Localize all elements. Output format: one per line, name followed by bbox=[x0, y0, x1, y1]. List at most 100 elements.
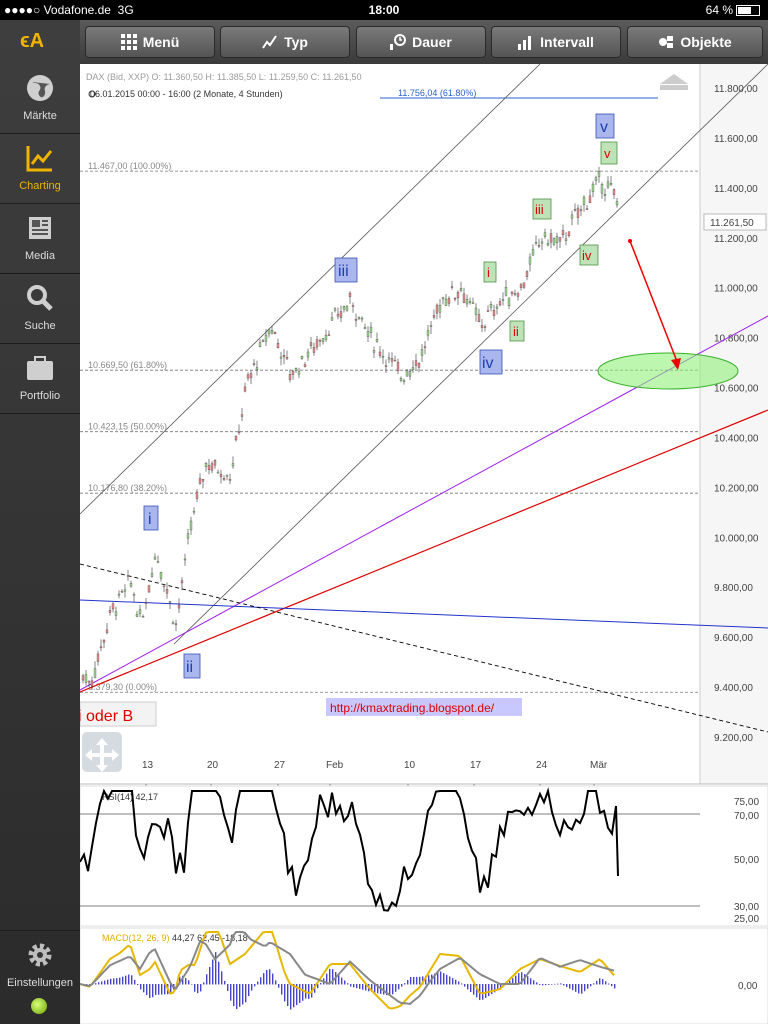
candle-body bbox=[132, 594, 136, 596]
macd-bar bbox=[350, 984, 352, 987]
macd-bar bbox=[233, 984, 235, 1007]
candle-body bbox=[351, 305, 355, 307]
candle-body bbox=[399, 378, 403, 381]
price-tick: 11.600,00 bbox=[714, 134, 758, 145]
candle-body bbox=[195, 491, 199, 499]
sidebar-item-media[interactable]: Media bbox=[0, 204, 80, 274]
sidebar-item-portfolio[interactable]: Portfolio bbox=[0, 344, 80, 414]
macd-bar bbox=[344, 980, 346, 985]
candle-body bbox=[138, 609, 142, 614]
candle-body bbox=[291, 370, 295, 375]
price-tick: 10.200,00 bbox=[714, 483, 759, 494]
sidebar-item-suche[interactable]: Suche bbox=[0, 274, 80, 344]
macd-bar bbox=[125, 975, 127, 985]
status-bar: ●●●●○ Vodafone.de 3G 18:00 64 % bbox=[0, 0, 768, 20]
macd-bar bbox=[605, 981, 607, 985]
candle-body bbox=[546, 243, 550, 246]
candle-body bbox=[417, 363, 421, 368]
menu-button[interactable]: Menü bbox=[85, 26, 215, 58]
candle-body bbox=[300, 356, 304, 359]
candle-body bbox=[456, 291, 460, 299]
macd-bar bbox=[395, 984, 397, 992]
candle-body bbox=[303, 364, 307, 367]
macd-bar bbox=[203, 982, 205, 985]
wave-label-blue-v: v bbox=[595, 113, 615, 139]
macd-bar bbox=[437, 972, 439, 985]
candle-body bbox=[225, 474, 229, 477]
macd-bar bbox=[596, 980, 598, 985]
svg-text:i oder B: i oder B bbox=[80, 708, 133, 725]
macd-bar bbox=[128, 974, 130, 985]
type-button[interactable]: Typ bbox=[220, 26, 350, 58]
interval-button[interactable]: Intervall bbox=[491, 26, 621, 58]
sidebar-item-settings[interactable]: Einstellungen bbox=[0, 930, 80, 1000]
macd-bar bbox=[113, 978, 115, 985]
wave-label-blue-iv: iv bbox=[479, 349, 503, 375]
macd-bar bbox=[212, 959, 214, 985]
candle-body bbox=[255, 367, 259, 370]
candle-body bbox=[453, 298, 457, 300]
macd-bar bbox=[275, 980, 277, 985]
macd-bar bbox=[533, 980, 535, 985]
sidebar-item-maerkte[interactable]: Märkte bbox=[0, 64, 80, 134]
candle-body bbox=[141, 616, 145, 618]
candle-body bbox=[465, 299, 469, 305]
macd-bar bbox=[185, 978, 187, 985]
candle-body bbox=[438, 304, 442, 313]
macd-bar bbox=[263, 973, 265, 985]
candle-body bbox=[558, 237, 562, 242]
macd-bar bbox=[290, 984, 292, 1010]
macd-bar bbox=[191, 984, 193, 985]
macd-bar bbox=[593, 983, 595, 985]
candle-body bbox=[201, 478, 205, 482]
globe-icon bbox=[27, 75, 53, 101]
macd-bar bbox=[245, 984, 247, 1003]
macd-bar bbox=[236, 984, 238, 1010]
candle-body bbox=[168, 601, 172, 603]
macd-bar bbox=[563, 984, 565, 986]
candle-body bbox=[288, 374, 292, 380]
candle-body bbox=[324, 334, 328, 340]
candle-body bbox=[537, 245, 541, 247]
gear-icon bbox=[28, 943, 52, 967]
objects-button[interactable]: Objekte bbox=[627, 26, 763, 58]
macd-bar bbox=[473, 984, 475, 995]
wave-label-blue-i: i bbox=[143, 505, 159, 531]
candle-body bbox=[90, 680, 94, 687]
candle-body bbox=[534, 242, 538, 244]
macd-bar bbox=[557, 983, 559, 985]
duration-button[interactable]: Dauer bbox=[356, 26, 486, 58]
macd-bar bbox=[152, 984, 154, 998]
candle-body bbox=[153, 556, 157, 560]
candle-body bbox=[150, 573, 154, 577]
candle-body bbox=[552, 238, 556, 245]
macd-bar bbox=[206, 974, 208, 985]
macd-bar bbox=[590, 984, 592, 987]
macd-bar bbox=[257, 981, 259, 985]
sidebar-item-charting[interactable]: Charting bbox=[0, 134, 80, 204]
candle-body bbox=[159, 572, 163, 579]
macd-bar bbox=[413, 976, 415, 985]
macd-bar bbox=[404, 983, 406, 985]
candle-body bbox=[81, 675, 85, 681]
macd-bar bbox=[320, 982, 322, 985]
macd-bar bbox=[287, 984, 289, 1006]
macd-bar bbox=[260, 977, 262, 985]
candle-body bbox=[243, 386, 247, 392]
fib-label: 11.467,00 (100.00%) bbox=[88, 161, 171, 171]
macd-bar bbox=[242, 984, 244, 1005]
fib-label: 10.423,15 (50.00%) bbox=[88, 422, 167, 432]
macd-bar bbox=[149, 984, 151, 998]
macd-bar bbox=[362, 984, 364, 990]
macd-bar bbox=[341, 977, 343, 985]
candle-body bbox=[447, 298, 451, 304]
candle-body bbox=[177, 604, 181, 609]
url-label[interactable]: http://kmaxtrading.blogspot.de/ bbox=[326, 698, 522, 716]
candle-body bbox=[111, 603, 115, 610]
rsi-pane bbox=[80, 785, 768, 927]
candle-body bbox=[297, 371, 301, 375]
pan-control[interactable] bbox=[82, 732, 122, 772]
collapse-icon[interactable] bbox=[660, 74, 688, 90]
price-tick: 11.400,00 bbox=[714, 184, 758, 195]
price-chart[interactable]: DAX (Bid, XXP) O: 11.360,50 H: 11.385,50… bbox=[80, 64, 768, 1024]
